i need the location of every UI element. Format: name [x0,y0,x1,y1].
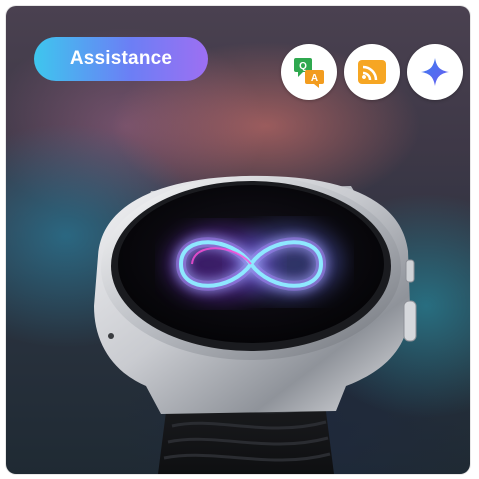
side-button [405,259,415,283]
product-image-frame: Assistance Q A [6,6,470,474]
assistance-badge: Assistance [34,37,208,81]
qa-chat-icon: Q A [281,44,337,100]
sparkle-star-icon [407,44,463,100]
infinity-glow-icon [166,224,343,302]
assistance-label: Assistance [69,48,173,69]
cast-signal-icon [344,44,400,100]
microphone-hole [108,333,114,339]
svg-text:A: A [311,73,318,84]
crown-button [403,300,417,342]
